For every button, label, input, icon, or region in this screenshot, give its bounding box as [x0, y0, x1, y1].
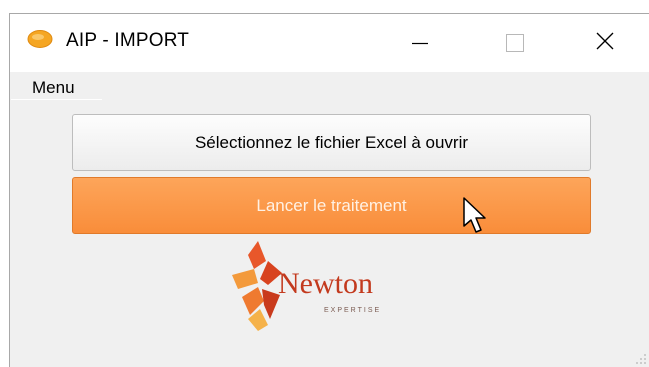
select-excel-file-button[interactable]: Sélectionnez le fichier Excel à ouvrir	[72, 114, 591, 171]
logo-tagline: EXPERTISE	[324, 307, 382, 314]
close-button[interactable]	[570, 14, 640, 72]
maximize-button[interactable]	[480, 14, 550, 72]
title-bar[interactable]: AIP - IMPORT	[10, 14, 649, 72]
maximize-icon	[506, 34, 524, 52]
menu-bar: Menu	[10, 72, 649, 102]
mouse-cursor-icon	[463, 197, 486, 233]
window-title: AIP - IMPORT	[66, 30, 190, 51]
newton-logo: Newton EXPERTISE	[228, 239, 398, 331]
close-icon	[596, 32, 614, 50]
app-window: AIP - IMPORT Menu Sélectionnez le fichie…	[9, 13, 649, 367]
launch-processing-button[interactable]: Lancer le traitement	[72, 177, 591, 234]
resize-grip-icon[interactable]	[633, 351, 647, 365]
minimize-icon	[412, 42, 428, 45]
minimize-button[interactable]	[385, 14, 455, 72]
menu-item-menu[interactable]: Menu	[11, 76, 102, 100]
logo-name: Newton	[278, 267, 373, 300]
aip-logo-icon	[27, 29, 53, 49]
